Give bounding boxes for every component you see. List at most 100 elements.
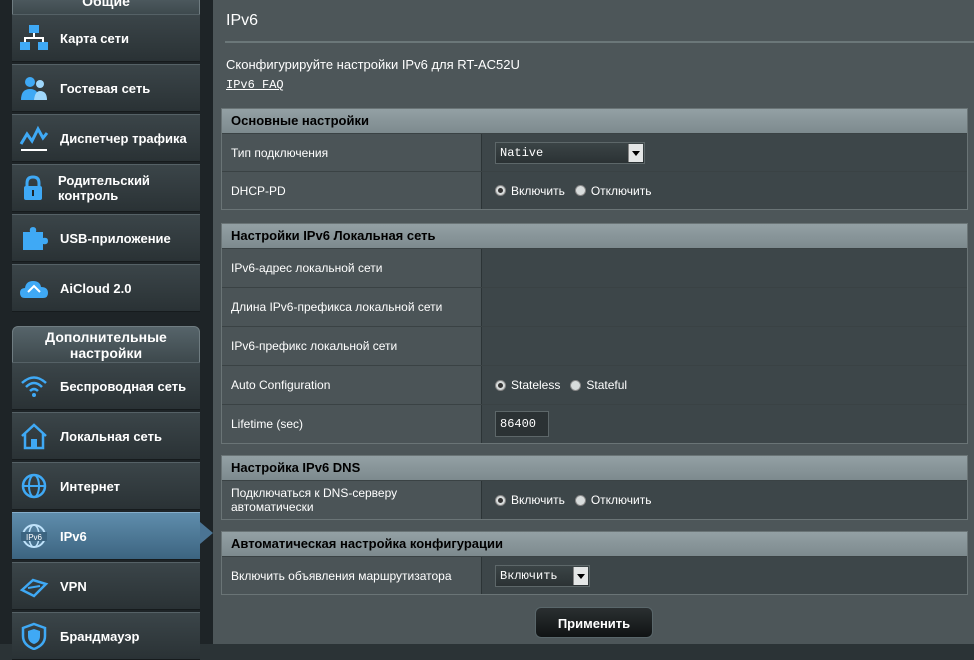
radio-unchecked-icon bbox=[574, 185, 586, 196]
sidebar-item-parental-control[interactable]: Родительский контроль bbox=[12, 164, 200, 212]
chevron-down-icon bbox=[628, 143, 643, 162]
section-header: Автоматическая настройка конфигурации bbox=[222, 532, 967, 556]
radio-label: Отключить bbox=[590, 493, 652, 507]
page-title: IPv6 bbox=[226, 12, 259, 29]
sidebar-item-label: Родительский контроль bbox=[58, 173, 150, 203]
ipv6-faq-link[interactable]: IPv6 FAQ bbox=[226, 78, 284, 92]
cloud-icon bbox=[18, 272, 50, 304]
field-label: IPv6-адрес локальной сети bbox=[222, 249, 481, 287]
field-value bbox=[481, 288, 967, 326]
radio-checked-icon bbox=[495, 379, 506, 391]
sidebar-item-wireless[interactable]: Беспроводная сеть bbox=[12, 362, 200, 410]
field-value: 86400 bbox=[481, 405, 967, 443]
dhcp-pd-disable-radio[interactable]: Отключить bbox=[574, 183, 652, 198]
puzzle-icon bbox=[18, 222, 50, 254]
field-value: Stateless Stateful bbox=[481, 366, 967, 404]
auto-config-row: Auto Configuration Stateless Stateful bbox=[222, 365, 967, 404]
sidebar-item-traffic-manager[interactable]: Диспетчер трафика bbox=[12, 114, 200, 162]
radio-label: Stateless bbox=[511, 378, 561, 392]
field-value: Включить Отключить bbox=[481, 172, 967, 209]
sidebar-item-label: Интернет bbox=[60, 478, 121, 494]
field-value bbox=[481, 249, 967, 287]
connection-type-row: Тип подключения Native bbox=[222, 133, 967, 171]
auto-config-stateful-radio[interactable]: Stateful bbox=[570, 378, 627, 392]
sidebar-item-usb-app[interactable]: USB-приложение bbox=[12, 214, 200, 262]
field-label: Auto Configuration bbox=[222, 366, 481, 404]
active-item-indicator bbox=[200, 522, 213, 544]
autoconf-table: Автоматическая настройка конфигурации Вк… bbox=[221, 531, 968, 595]
sidebar-item-label: Диспетчер трафика bbox=[60, 130, 187, 146]
field-label: IPv6-префикс локальной сети bbox=[222, 327, 481, 365]
sidebar-item-label: AiCloud 2.0 bbox=[60, 280, 132, 296]
sidebar-item-guest-network[interactable]: Гостевая сеть bbox=[12, 64, 200, 112]
sidebar-item-aicloud[interactable]: AiCloud 2.0 bbox=[12, 264, 200, 312]
field-label: Подключаться к DNS-серверу автоматически bbox=[222, 481, 481, 519]
sidebar-item-label: Брандмауэр bbox=[60, 628, 140, 644]
sidebar-item-label: VPN bbox=[60, 578, 87, 594]
vpn-icon bbox=[18, 570, 50, 602]
sidebar-item-label: Гостевая сеть bbox=[60, 80, 151, 96]
page-description: Сконфигурируйте настройки IPv6 для RT-AC… bbox=[226, 57, 520, 72]
sidebar-item-label: Беспроводная сеть bbox=[60, 378, 187, 394]
globe-icon bbox=[18, 470, 50, 502]
sidebar-item-vpn[interactable]: VPN bbox=[12, 562, 200, 610]
lock-icon bbox=[18, 172, 48, 204]
chevron-down-icon bbox=[573, 566, 588, 585]
section-header: Настройка IPv6 DNS bbox=[222, 456, 967, 480]
auto-config-stateless-radio[interactable]: Stateless bbox=[495, 378, 560, 392]
ipv6-globe-icon: IPv6 bbox=[18, 520, 50, 552]
apply-button[interactable]: Применить bbox=[535, 607, 653, 638]
sidebar-item-ipv6[interactable]: IPv6 IPv6 bbox=[12, 512, 200, 560]
sidebar-item-label: Локальная сеть bbox=[60, 428, 162, 444]
svg-text:IPv6: IPv6 bbox=[26, 533, 43, 542]
auto-dns-disable-radio[interactable]: Отключить bbox=[574, 493, 652, 507]
radio-label: Отключить bbox=[590, 183, 652, 198]
auto-dns-enable-radio[interactable]: Включить bbox=[495, 493, 565, 507]
lan-settings-table: Настройки IPv6 Локальная сеть IPv6-адрес… bbox=[221, 223, 968, 444]
lan-prefix-length-row: Длина IPv6-префикса локальной сети bbox=[222, 287, 967, 326]
router-adv-row: Включить объявления маршрутизатора Включ… bbox=[222, 556, 967, 594]
basic-settings-table: Основные настройки Тип подключения Nativ… bbox=[221, 108, 968, 210]
traffic-manager-icon bbox=[18, 122, 50, 154]
section-header: Основные настройки bbox=[222, 109, 967, 133]
select-value: Включить bbox=[500, 568, 558, 583]
router-adv-select[interactable]: Включить bbox=[495, 564, 590, 587]
connection-type-select[interactable]: Native bbox=[495, 141, 645, 164]
lan-address-row: IPv6-адрес локальной сети bbox=[222, 248, 967, 287]
sidebar-item-firewall[interactable]: Брандмауэр bbox=[12, 612, 200, 660]
network-map-icon bbox=[18, 22, 50, 54]
radio-label: Включить bbox=[511, 183, 565, 198]
dhcp-pd-row: DHCP-PD Включить Отключить bbox=[222, 171, 967, 209]
lan-prefix-row: IPv6-префикс локальной сети bbox=[222, 326, 967, 365]
lifetime-input[interactable]: 86400 bbox=[495, 411, 549, 437]
main-content: IPv6 Сконфигурируйте настройки IPv6 для … bbox=[213, 0, 974, 644]
section-header: Настройки IPv6 Локальная сеть bbox=[222, 224, 967, 248]
radio-unchecked-icon bbox=[570, 379, 582, 391]
shield-icon bbox=[18, 620, 50, 652]
field-value: Native bbox=[481, 134, 967, 171]
field-label: Длина IPv6-префикса локальной сети bbox=[222, 288, 481, 326]
sidebar-item-network-map[interactable]: Карта сети bbox=[12, 14, 200, 62]
field-value bbox=[481, 327, 967, 365]
lifetime-row: Lifetime (sec) 86400 bbox=[222, 404, 967, 443]
sidebar-item-label: IPv6 bbox=[60, 528, 87, 544]
dhcp-pd-enable-radio[interactable]: Включить bbox=[495, 184, 565, 198]
radio-unchecked-icon bbox=[574, 494, 586, 506]
guest-network-icon bbox=[18, 72, 50, 104]
radio-label: Stateful bbox=[586, 378, 628, 392]
select-value: Native bbox=[500, 145, 544, 160]
dns-settings-table: Настройка IPv6 DNS Подключаться к DNS-се… bbox=[221, 455, 968, 520]
sidebar: Общие Карта сети Гостевая сеть Диспетчер… bbox=[0, 0, 213, 660]
sidebar-item-internet[interactable]: Интернет bbox=[12, 462, 200, 510]
field-value: Включить bbox=[481, 557, 967, 594]
field-label: Lifetime (sec) bbox=[222, 405, 481, 443]
field-label: Включить объявления маршрутизатора bbox=[222, 557, 481, 594]
sidebar-item-label: Карта сети bbox=[60, 30, 129, 46]
sidebar-item-lan[interactable]: Локальная сеть bbox=[12, 412, 200, 460]
home-icon bbox=[18, 420, 50, 452]
field-label: Тип подключения bbox=[222, 134, 481, 171]
field-value: Включить Отключить bbox=[481, 481, 967, 519]
field-label: DHCP-PD bbox=[222, 172, 481, 209]
wifi-icon bbox=[18, 370, 50, 402]
radio-label: Включить bbox=[511, 493, 565, 507]
